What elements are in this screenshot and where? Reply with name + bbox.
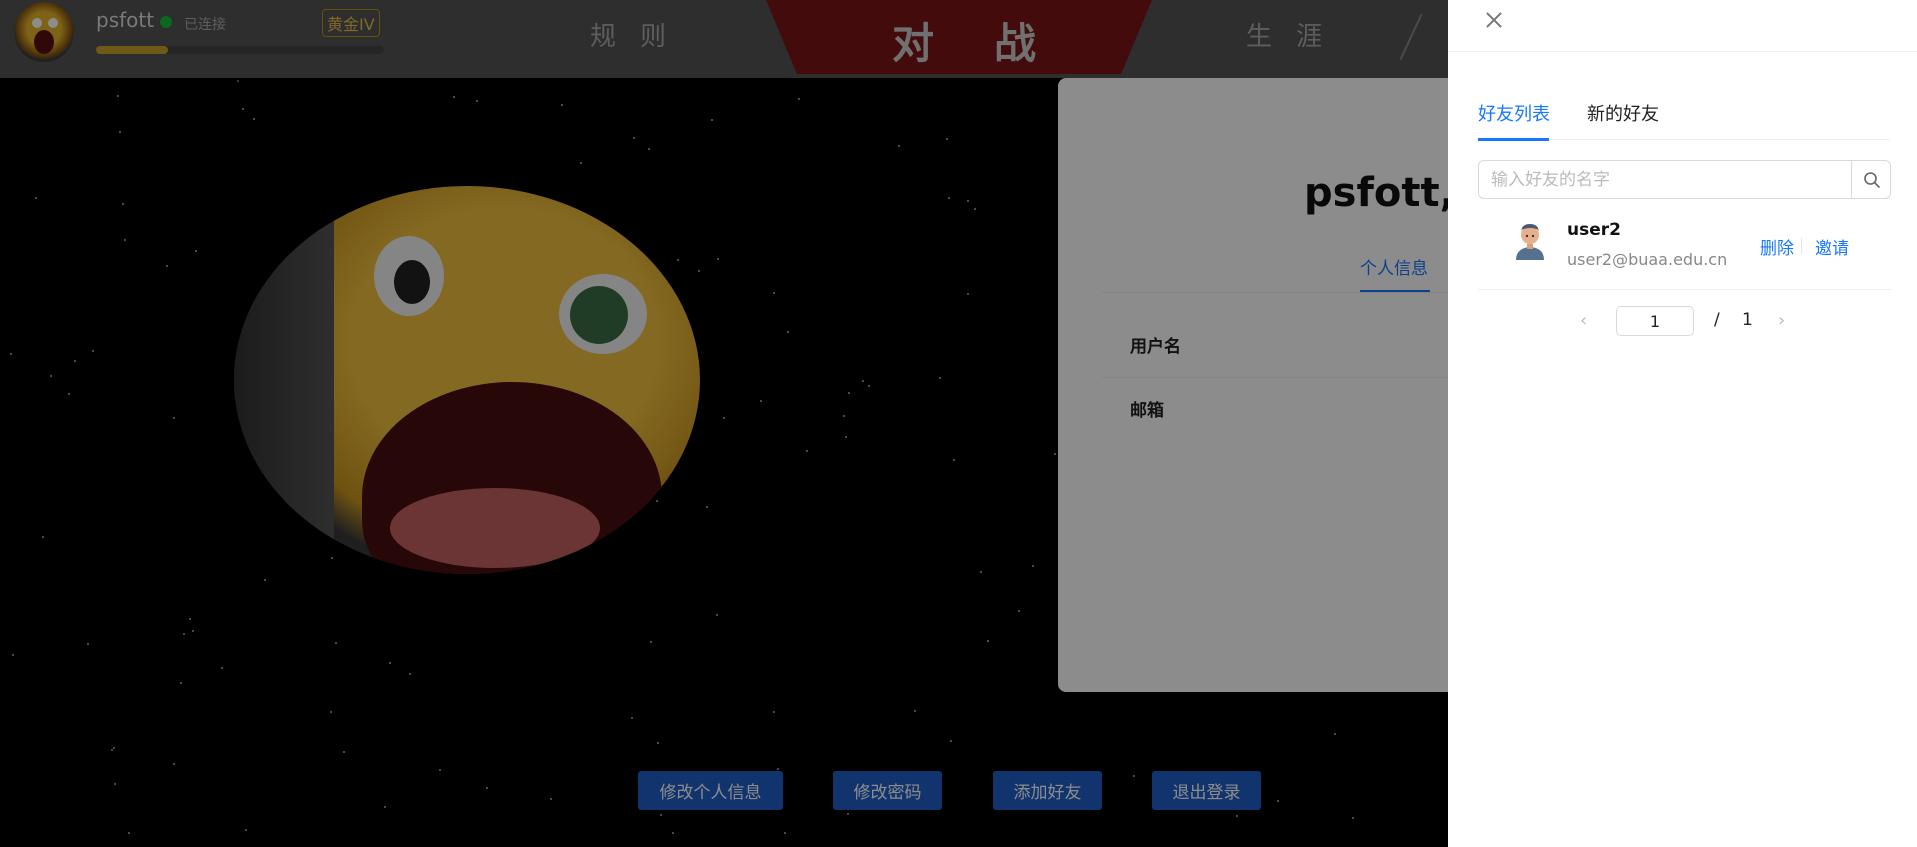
pagination: ‹ / 1 › bbox=[1448, 306, 1917, 336]
friend-email: user2@buaa.edu.cn bbox=[1567, 250, 1728, 269]
friend-name: user2 bbox=[1567, 220, 1621, 240]
friend-search-input[interactable] bbox=[1479, 161, 1852, 198]
friends-drawer: 好友列表 新的好友 user2 user2@buaa.edu.cn 删除 邀请 … bbox=[1448, 0, 1917, 847]
drawer-tabs: 好友列表 新的好友 bbox=[1478, 96, 1890, 141]
drawer-header bbox=[1448, 0, 1917, 52]
friend-avatar bbox=[1516, 224, 1544, 260]
search-button[interactable] bbox=[1853, 161, 1891, 198]
tab-new-friends[interactable]: 新的好友 bbox=[1587, 100, 1659, 126]
page-separator: / bbox=[1714, 310, 1720, 330]
chevron-left-icon[interactable]: ‹ bbox=[1580, 310, 1587, 331]
page-number-input[interactable] bbox=[1616, 306, 1694, 336]
invite-friend-button[interactable]: 邀请 bbox=[1815, 234, 1849, 259]
tab-ink-bar bbox=[1478, 138, 1549, 141]
search-icon bbox=[1864, 171, 1880, 188]
friend-search bbox=[1478, 160, 1891, 199]
close-icon[interactable] bbox=[1482, 8, 1506, 32]
page-total: 1 bbox=[1742, 310, 1753, 330]
delete-friend-button[interactable]: 删除 bbox=[1760, 234, 1794, 259]
list-item: user2 user2@buaa.edu.cn 删除 邀请 bbox=[1478, 210, 1891, 290]
tab-friend-list[interactable]: 好友列表 bbox=[1478, 100, 1550, 126]
action-divider bbox=[1801, 238, 1802, 254]
drawer-mask[interactable] bbox=[0, 0, 1448, 847]
chevron-right-icon[interactable]: › bbox=[1778, 310, 1785, 331]
